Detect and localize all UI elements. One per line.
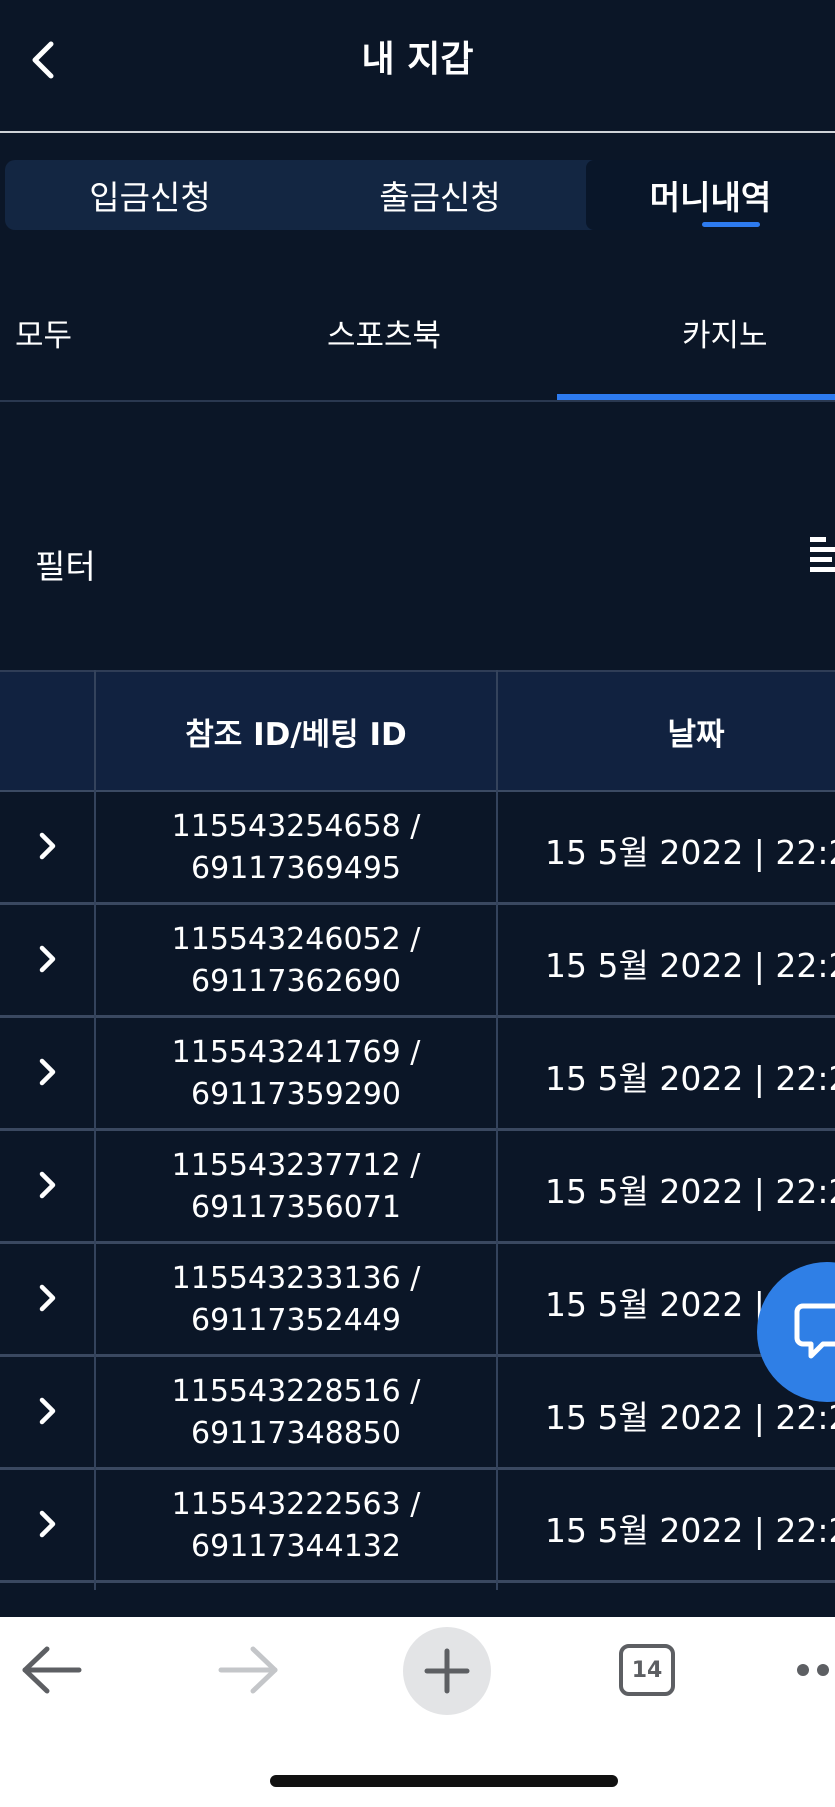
chevron-right-icon [39,1171,56,1199]
tab-count: 14 [619,1644,675,1696]
chevron-right-icon [39,1510,56,1538]
expand-row-button[interactable] [28,937,68,981]
table-row[interactable]: 115543233136 / 69117352449 15 5월 2022 | … [0,1244,835,1357]
table-row[interactable]: 115543246052 / 69117362690 15 5월 2022 | … [0,905,835,1018]
column-header-ref-id: 참조 ID/베팅 ID [185,716,407,753]
tab-deposit[interactable]: 입금신청 [5,160,295,230]
chevron-right-icon [39,945,56,973]
active-tab-underline [702,222,760,227]
table-row[interactable]: 115543254658 / 69117369495 15 5월 2022 | … [0,792,835,905]
subtab-casino[interactable]: 카지노 [682,310,768,355]
bet-id: 69117362690 [191,964,401,999]
page-title: 내 지갑 [361,39,474,80]
subtab-all[interactable]: 모두 [15,310,72,355]
category-subtabs: 모두 스포츠북 카지노 [0,290,835,402]
date-cell: 15 5월 2022 | 22:20 [545,946,835,985]
active-subtab-indicator [557,394,835,400]
ref-id: 115543237712 / [171,1148,421,1183]
ref-id: 115543222563 / [171,1487,421,1522]
tab-switcher-button[interactable]: 14 [617,1635,677,1705]
date-cell: 15 5월 2022 | 22:20 [545,1398,835,1437]
column-divider [496,670,498,1590]
subtab-sportsbook[interactable]: 스포츠북 [327,310,441,355]
chevron-right-icon [39,832,56,860]
ref-id: 115543254658 / [171,809,421,844]
table-row[interactable]: 115543241769 / 69117359290 15 5월 2022 | … [0,1018,835,1131]
date-cell: 15 5월 2022 | 22:20 [545,833,835,872]
column-header-date: 날짜 [667,716,725,753]
new-tab-button[interactable] [403,1627,491,1715]
chevron-right-icon [39,1397,56,1425]
ref-id-cell: 115543254658 / 69117369495 [95,806,497,890]
home-indicator[interactable] [270,1775,618,1787]
filter-label[interactable]: 필터 [35,540,96,588]
expand-row-button[interactable] [28,1050,68,1094]
expand-row-button[interactable] [28,824,68,868]
filter-list-icon[interactable] [810,535,835,575]
chevron-right-icon [39,1284,56,1312]
wallet-tabs: 입금신청 출금신청 머니내역 [5,160,835,230]
chevron-right-icon [39,1058,56,1086]
ref-id-cell: 115543233136 / 69117352449 [95,1258,497,1342]
ref-id-cell: 115543241769 / 69117359290 [95,1032,497,1116]
plus-icon [424,1648,470,1694]
more-dots-icon [797,1664,829,1676]
date-cell: 15 5월 2022 | 22:20 [545,1059,835,1098]
date-cell: 15 5월 2022 | 22:20 [545,1172,835,1211]
bet-id: 69117356071 [191,1190,401,1225]
table-header: 참조 ID/베팅 ID 날짜 [0,670,835,792]
ref-id-cell: 115543228516 / 69117348850 [95,1371,497,1455]
ref-id: 115543241769 / [171,1035,421,1070]
expand-row-button[interactable] [28,1276,68,1320]
table-row[interactable]: 115543228516 / 69117348850 15 5월 2022 | … [0,1357,835,1470]
arrow-right-icon [218,1646,278,1694]
expand-row-button[interactable] [28,1389,68,1433]
table-row[interactable]: 115543222563 / 69117344132 15 5월 2022 | … [0,1470,835,1583]
expand-row-button[interactable] [28,1502,68,1546]
tab-money-history-label: 머니내역 [649,178,772,217]
wallet-page: 내 지갑 입금신청 출금신청 머니내역 모두 스포츠북 카지노 필터 참조 ID… [0,0,835,1807]
table-row[interactable]: 115543237712 / 69117356071 15 5월 2022 | … [0,1131,835,1244]
ref-id-cell: 115543246052 / 69117362690 [95,919,497,1003]
ref-id: 115543233136 / [171,1261,421,1296]
ref-id-cell: 115543222563 / 69117344132 [95,1484,497,1568]
bet-id: 69117348850 [191,1416,401,1451]
ref-id-cell: 115543237712 / 69117356071 [95,1145,497,1229]
header: 내 지갑 [0,0,835,133]
ref-id: 115543246052 / [171,922,421,957]
date-cell: 15 5월 2022 | 22:20 [545,1511,835,1550]
chat-bubble-icon [794,1303,835,1359]
bet-id: 69117359290 [191,1077,401,1112]
bet-id: 69117369495 [191,851,401,886]
expand-row-button[interactable] [28,1163,68,1207]
bet-id: 69117344132 [191,1529,401,1564]
more-options-button[interactable] [790,1635,835,1705]
tab-withdraw[interactable]: 출금신청 [295,160,585,230]
browser-back-button[interactable] [15,1635,87,1705]
browser-forward-button[interactable] [213,1635,285,1705]
tab-money-history[interactable]: 머니내역 [586,160,835,230]
arrow-left-icon [22,1646,82,1694]
column-divider [94,670,96,1590]
ref-id: 115543228516 / [171,1374,421,1409]
bet-id: 69117352449 [191,1303,401,1338]
history-table: 참조 ID/베팅 ID 날짜 115543254658 / 6911736949… [0,670,835,1590]
